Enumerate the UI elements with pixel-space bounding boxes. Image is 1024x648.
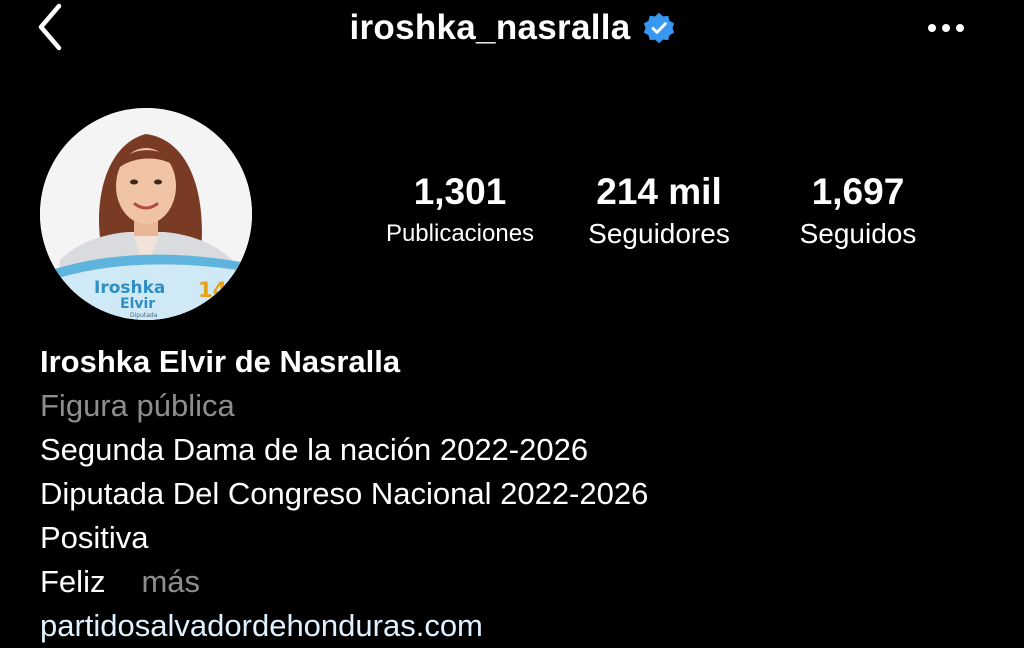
more-options-button[interactable] bbox=[920, 6, 972, 50]
verified-badge-icon bbox=[643, 12, 674, 44]
bio-line-4: Feliz más bbox=[40, 560, 1000, 604]
profile-category: Figura pública bbox=[40, 388, 235, 423]
stat-posts[interactable]: 1,301 Publicaciones bbox=[372, 170, 548, 254]
profile-display-name: Iroshka Elvir de Nasralla bbox=[40, 344, 401, 379]
header-title: iroshka_nasralla bbox=[0, 0, 1024, 56]
stat-followers[interactable]: 214 mil Seguidores bbox=[566, 170, 752, 254]
bio-line-1: Segunda Dama de la nación 2022-2026 bbox=[40, 432, 589, 467]
profile-bio: Iroshka Elvir de Nasralla Figura pública… bbox=[40, 340, 1000, 648]
more-horizontal-icon bbox=[928, 24, 964, 32]
bio-more-link[interactable]: más bbox=[141, 564, 200, 599]
avatar-number: 141 bbox=[198, 278, 242, 302]
avatar-name-line1: Iroshka bbox=[94, 278, 166, 298]
stat-followers-count: 214 mil bbox=[596, 171, 722, 212]
profile-avatar[interactable]: Iroshka Elvir 141 Diputada bbox=[40, 108, 252, 320]
bio-line-2: Diputada Del Congreso Nacional 2022-2026 bbox=[40, 476, 649, 511]
top-bar: iroshka_nasralla bbox=[0, 0, 1024, 60]
profile-username: iroshka_nasralla bbox=[349, 8, 631, 47]
profile-stats: 1,301 Publicaciones 214 mil Seguidores 1… bbox=[360, 170, 960, 260]
stat-posts-label: Publicaciones bbox=[385, 220, 535, 247]
back-button[interactable] bbox=[28, 2, 72, 52]
profile-website-link[interactable]: partidosalvadordehonduras.com bbox=[40, 604, 1000, 648]
avatar-subtext: Diputada bbox=[130, 312, 158, 319]
stat-following-count: 1,697 bbox=[811, 171, 905, 212]
stat-following-label: Seguidos bbox=[799, 218, 917, 249]
avatar-name-line2: Elvir bbox=[120, 296, 156, 312]
stat-followers-label: Seguidores bbox=[588, 218, 730, 249]
bio-line-3: Positiva bbox=[40, 520, 149, 555]
bio-last-line-text: Feliz bbox=[40, 564, 106, 599]
stat-posts-count: 1,301 bbox=[413, 171, 507, 212]
stat-following[interactable]: 1,697 Seguidos bbox=[772, 170, 944, 254]
chevron-left-icon bbox=[38, 3, 62, 51]
